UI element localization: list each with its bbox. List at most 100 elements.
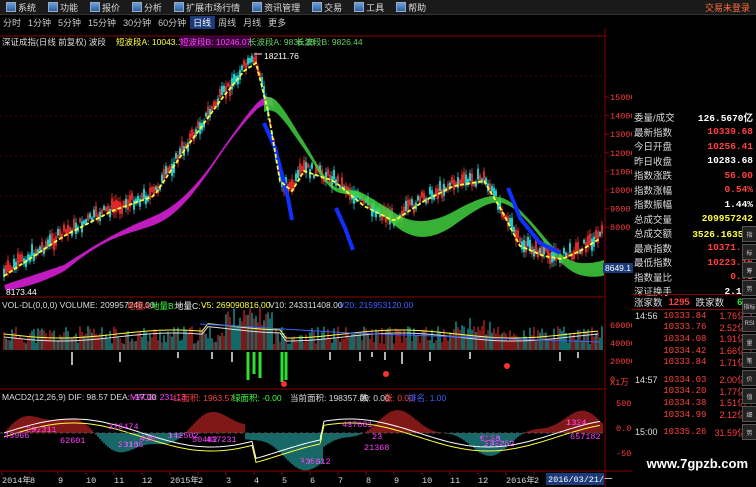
period-tab[interactable]: 60分钟 <box>155 16 190 29</box>
candle-body <box>247 57 249 65</box>
menu-item-label: 功能 <box>60 2 79 13</box>
candle-body <box>85 219 87 224</box>
side-tab[interactable]: 价 <box>742 370 756 386</box>
menu-item-2[interactable]: 报价 <box>84 1 126 14</box>
side-tab[interactable]: 细 <box>742 406 756 422</box>
period-tab[interactable]: 分时 <box>0 16 25 29</box>
stat-row: 总成交量 209957242 <box>632 212 756 227</box>
watermark: www.7gpzb.com <box>646 456 748 471</box>
date-axis-label: 11 <box>450 476 460 486</box>
candle-body <box>57 229 59 236</box>
stat-row: 昨日收盘 10283.68 <box>632 154 756 169</box>
candle-body <box>511 217 513 230</box>
candle-body <box>49 234 51 245</box>
candle-body <box>313 174 315 179</box>
tick-time: 15:00 <box>635 427 658 438</box>
macd-value-label: 437231 <box>206 435 237 445</box>
tick-volume: 31.59亿 <box>714 427 747 438</box>
stat-value: 1.44% <box>724 198 753 210</box>
date-axis-label: 8 <box>366 476 371 486</box>
menu-item-0[interactable]: 系统 <box>0 1 42 14</box>
short-wave-a: 短波段A: 10043.10 <box>116 37 188 47</box>
side-tab[interactable]: 指标 <box>742 298 756 314</box>
period-tab[interactable]: 5分钟 <box>55 16 85 29</box>
tick-row: 10334.201.77亿↑ <box>632 386 756 398</box>
macd-value-label: 392311 <box>26 425 57 435</box>
menu-item-1[interactable]: 功能 <box>42 1 84 14</box>
stat-label: 今日开盘 <box>634 142 673 154</box>
period-tab[interactable]: 30分钟 <box>120 16 155 29</box>
macd-value-label: 1324 <box>566 418 586 428</box>
up-count-label: 涨家数 <box>634 298 663 309</box>
menu-item-8[interactable]: 帮助 <box>390 1 432 14</box>
stat-label: 最低指数 <box>634 258 673 270</box>
stat-label: 指数涨跌 <box>634 171 673 183</box>
side-tab[interactable]: 筹 <box>742 262 756 278</box>
candle-body <box>175 153 177 159</box>
price-axis-label: 14000 <box>610 112 632 122</box>
tick-row: 10333.762.52亿↑ <box>632 322 756 334</box>
candle-body <box>103 205 105 211</box>
side-tab[interactable]: 笔 <box>742 352 756 368</box>
volume-pin-red <box>383 371 389 377</box>
menu-item-label: 系统 <box>18 2 37 13</box>
candle-body <box>593 236 595 247</box>
candle-body <box>521 241 523 250</box>
vol-unit: X1万 <box>610 378 629 388</box>
tick-group: 14:5710334.032.00亿↑10334.201.77亿↑10334.3… <box>632 374 756 420</box>
side-tab[interactable]: 势 <box>742 280 756 296</box>
menu-item-3[interactable]: 分析 <box>126 1 168 14</box>
menu-item-4[interactable]: 扩展市场行情 <box>168 1 246 14</box>
candle-body <box>529 239 531 250</box>
side-tab[interactable]: RSI <box>742 316 756 332</box>
login-status[interactable]: 交易未登录 <box>699 1 756 14</box>
candle-body <box>233 74 235 84</box>
period-tab[interactable]: 日线 <box>190 15 216 29</box>
period-tab[interactable]: 15分钟 <box>85 16 120 29</box>
date-axis-label: 10 <box>422 476 432 486</box>
date-axis-label: 11 <box>114 476 124 486</box>
date-axis-label: 2016年 <box>506 475 535 486</box>
price-axis-label: 9000 <box>610 205 630 215</box>
candle-body <box>569 243 571 253</box>
stat-row: 总成交额 3526.1635亿 <box>632 226 756 241</box>
side-tab[interactable]: 量 <box>742 334 756 350</box>
candle-body <box>563 248 565 254</box>
menu-item-7[interactable]: 工具 <box>348 1 390 14</box>
stat-value: 0.54% <box>724 184 753 196</box>
period-tab[interactable]: 月线 <box>240 16 265 29</box>
candle-body <box>13 258 15 269</box>
candle-body <box>415 202 417 210</box>
candle-body <box>295 173 297 182</box>
candle-body <box>241 65 243 71</box>
date-axis-label: 2 <box>198 476 203 486</box>
stat-row: 指数涨跌 56.00 <box>632 168 756 183</box>
side-tab[interactable]: 指 <box>742 226 756 242</box>
price-axis-label: 11000 <box>610 167 632 177</box>
tick-row: 10333.841.71亿↑ <box>632 356 756 368</box>
menu-icon <box>48 2 59 12</box>
side-tab-strip: 指标筹势指标 RSI 量笔价值细势 <box>742 226 756 442</box>
period-tab[interactable]: 1分钟 <box>25 16 55 29</box>
side-tab[interactable]: 值 <box>742 388 756 404</box>
period-tab[interactable]: 更多 <box>265 16 290 29</box>
candle-body <box>93 209 95 218</box>
side-tab[interactable]: 标 <box>742 244 756 260</box>
side-tab[interactable]: 势 <box>742 424 756 440</box>
tick-volume: 2.12亿 <box>719 410 747 421</box>
candle-body <box>31 244 33 257</box>
vol-axis-label: 200000 <box>610 357 632 367</box>
menu-item-6[interactable]: 交易 <box>306 1 348 14</box>
macd-axis-label: 500 <box>616 399 631 409</box>
macd-value-label: 23 <box>372 432 382 442</box>
date-axis-label: 2 <box>534 476 539 486</box>
menu-item-5[interactable]: 资讯管理 <box>246 1 306 14</box>
candle-body <box>161 174 163 182</box>
market-breadth: 涨家数 1295 跌家数 654 <box>632 294 756 310</box>
chart-canvas[interactable]: 1500014000130001200011000100009000800060… <box>0 28 632 487</box>
tick-price: 10334.03 <box>663 374 707 385</box>
date-axis-label: 12 <box>142 476 152 486</box>
candle-body <box>469 173 471 182</box>
period-tab[interactable]: 周线 <box>215 16 240 29</box>
tick-price: 10334.20 <box>663 386 707 397</box>
